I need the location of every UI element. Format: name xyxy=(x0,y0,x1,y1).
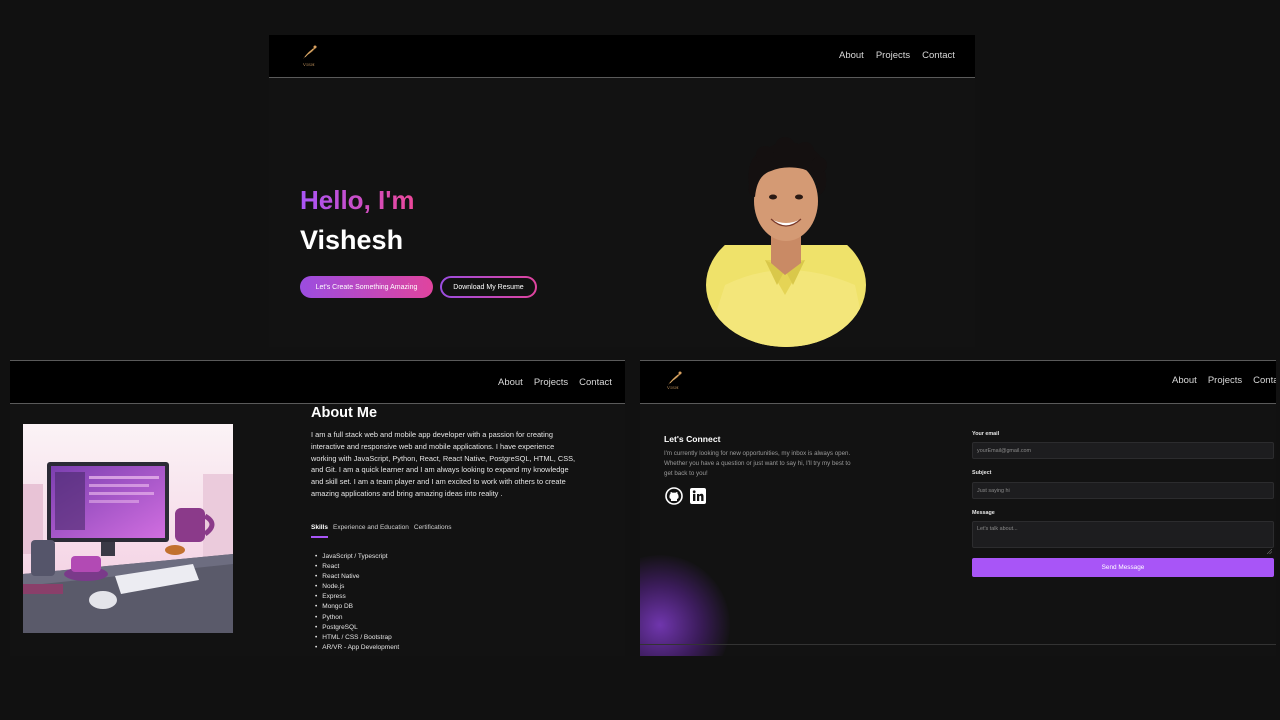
tab-experience-education[interactable]: Experience and Education xyxy=(333,524,409,531)
nav-about[interactable]: About xyxy=(1172,375,1197,386)
connect-description: I'm currently looking for new opportunit… xyxy=(664,450,851,477)
about-description: I am a full stack web and mobile app dev… xyxy=(311,430,576,498)
list-item: Mongo DB xyxy=(315,602,399,612)
nav-contact[interactable]: Contact xyxy=(579,377,612,388)
send-message-button[interactable]: Send Message xyxy=(972,558,1274,577)
about-section: About Projects Contact About Me I am a f… xyxy=(10,360,625,656)
list-item: PostgreSQL xyxy=(315,623,399,633)
footer-divider xyxy=(640,644,1276,645)
subject-label: Subject xyxy=(972,470,992,476)
skills-list: JavaScript / Typescript React React Nati… xyxy=(315,552,399,653)
message-label: Message xyxy=(972,510,995,516)
contact-section: VISH About Projects Contact Let's Connec… xyxy=(640,360,1276,656)
list-item: React Native xyxy=(315,572,399,582)
nav-links: About Projects Contact xyxy=(498,377,612,388)
create-something-button[interactable]: Let's Create Something Amazing xyxy=(300,276,433,298)
subject-field[interactable] xyxy=(972,482,1274,499)
tab-certifications[interactable]: Certifications xyxy=(414,524,452,531)
about-tabs: Skills Experience and Education Certific… xyxy=(311,524,451,531)
github-icon[interactable] xyxy=(665,487,683,505)
active-tab-indicator xyxy=(311,536,328,538)
email-field[interactable] xyxy=(972,442,1274,459)
about-title: About Me xyxy=(311,405,378,421)
connect-title: Let's Connect xyxy=(664,434,721,444)
hero-greeting: Hello, I'm xyxy=(300,185,415,215)
linkedin-icon[interactable] xyxy=(689,487,707,505)
about-illustration xyxy=(23,424,233,633)
hero-section: VISH About Projects Contact Hello, I'm V… xyxy=(269,35,975,347)
profile-photo xyxy=(705,135,868,347)
list-item: Node.js xyxy=(315,582,399,592)
logo-text: VISH xyxy=(667,385,679,390)
nav-links: About Projects Contact xyxy=(1172,375,1276,386)
message-field[interactable] xyxy=(972,521,1274,548)
hero-name: Vishesh xyxy=(300,225,404,255)
list-item: HTML / CSS / Bootstrap xyxy=(315,633,399,643)
nav-projects[interactable]: Projects xyxy=(534,377,568,388)
logo-text: VISH xyxy=(303,62,315,67)
tab-skills[interactable]: Skills xyxy=(311,524,328,531)
list-item: React xyxy=(315,562,399,572)
list-item: AR/VR - App Development xyxy=(315,643,399,653)
nav-about[interactable]: About xyxy=(498,377,523,388)
navbar: About Projects Contact xyxy=(10,360,625,404)
list-item: JavaScript / Typescript xyxy=(315,552,399,562)
nav-contact[interactable]: Contact xyxy=(922,50,955,61)
list-item: Express xyxy=(315,592,399,602)
navbar: VISH About Projects Contact xyxy=(269,35,975,78)
nav-projects[interactable]: Projects xyxy=(876,50,910,61)
background-glow xyxy=(640,555,730,656)
resize-handle-icon[interactable] xyxy=(1266,541,1273,555)
list-item: Python xyxy=(315,613,399,623)
nav-contact[interactable]: Contact xyxy=(1253,375,1276,386)
nav-about[interactable]: About xyxy=(839,50,864,61)
nav-projects[interactable]: Projects xyxy=(1208,375,1242,386)
navbar: VISH About Projects Contact xyxy=(640,360,1276,404)
download-resume-button[interactable]: Download My Resume xyxy=(440,276,537,298)
nav-links: About Projects Contact xyxy=(839,50,955,61)
logo-icon[interactable] xyxy=(664,369,686,395)
email-label: Your email xyxy=(972,431,1000,437)
